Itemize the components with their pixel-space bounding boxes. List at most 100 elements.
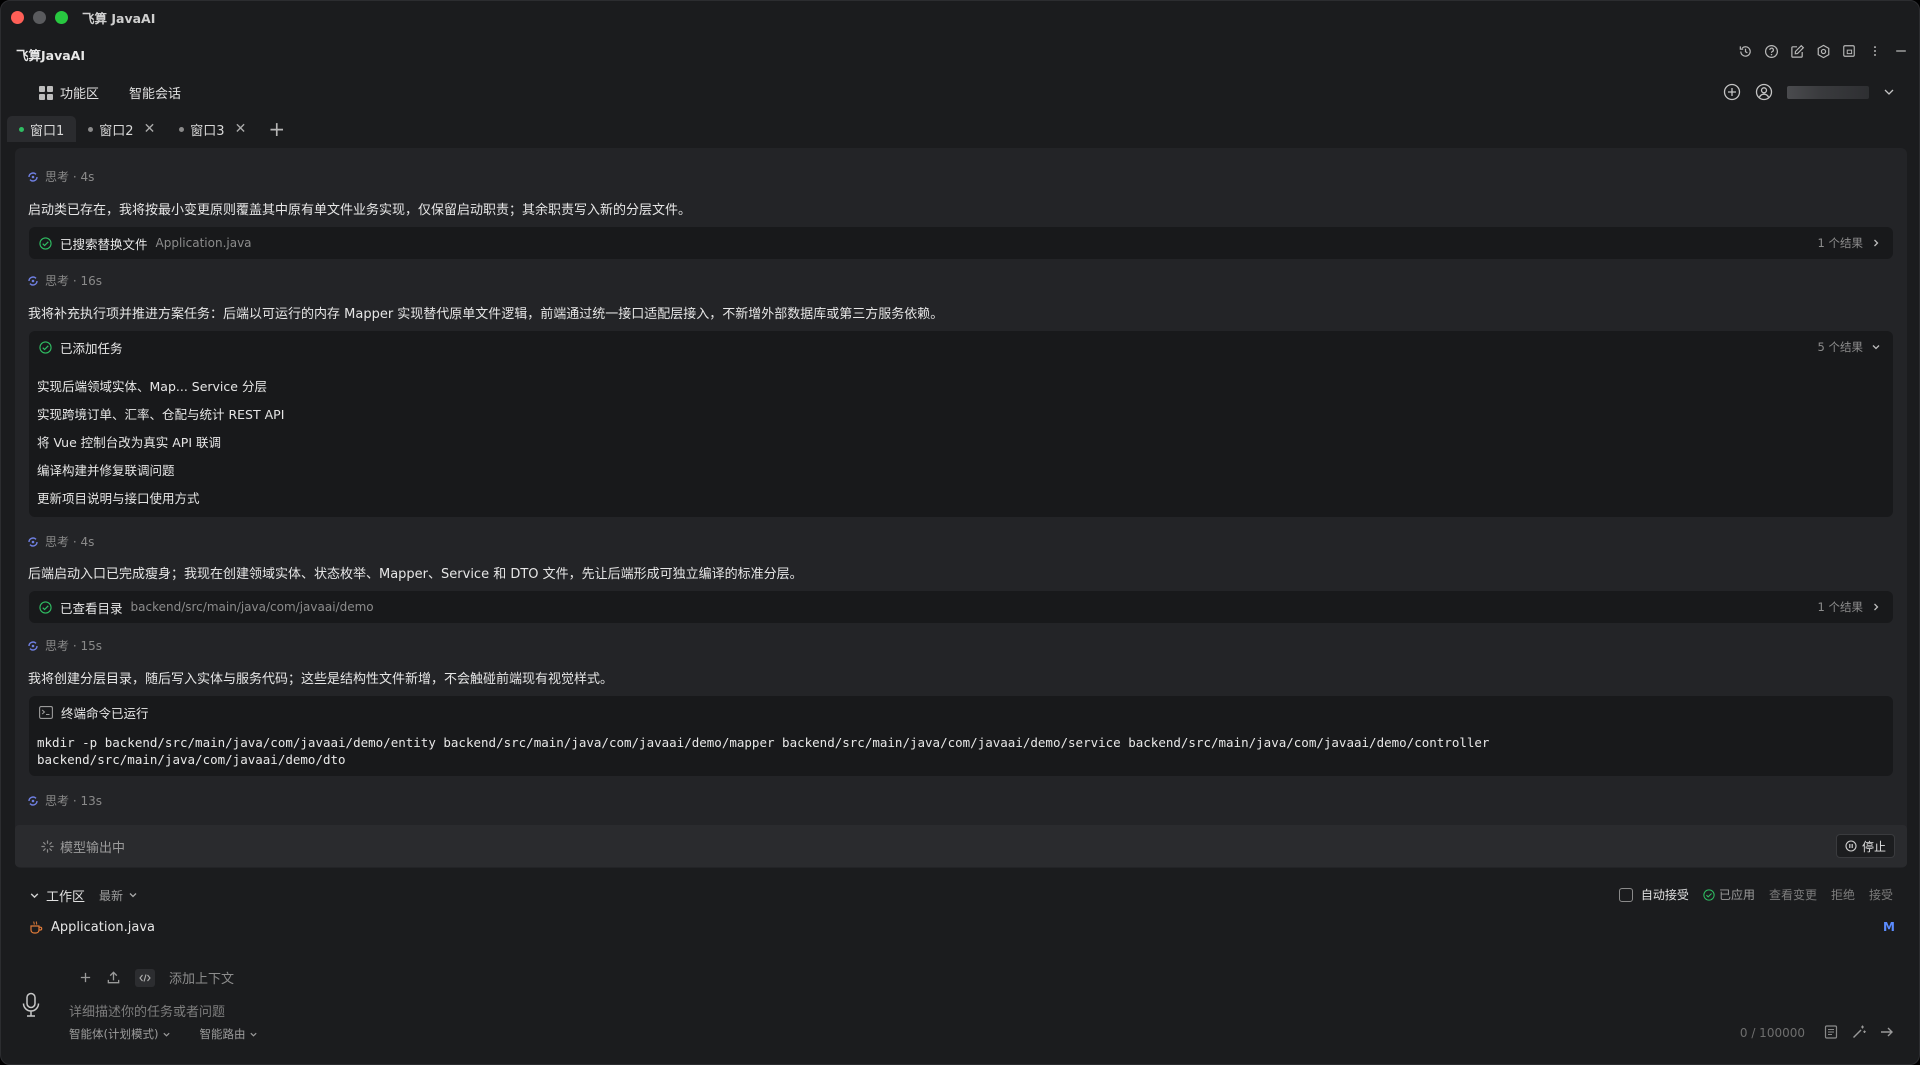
task-list: 实现后端领域实体、Map... Service 分层 实现跨境订单、汇率、仓配与…	[29, 363, 1893, 513]
tool-card-search-replace[interactable]: 已搜索替换文件 Application.java 1 个结果	[29, 227, 1893, 259]
add-circle-icon[interactable]	[1723, 83, 1741, 101]
panel-icon[interactable]	[1841, 43, 1857, 59]
status-label: 模型输出中	[60, 840, 126, 856]
chevron-down-icon[interactable]	[1871, 342, 1881, 352]
view-changes-button[interactable]: 查看变更	[1769, 886, 1817, 903]
input-actions	[1823, 1024, 1895, 1040]
command-line: backend/src/main/java/com/javaai/demo/dt…	[37, 752, 346, 767]
stop-label: 停止	[1861, 839, 1886, 854]
send-arrow-icon[interactable]	[1879, 1024, 1895, 1040]
tab-status-dot	[88, 126, 94, 132]
chevron-down-icon	[250, 1032, 258, 1037]
workspace-title[interactable]: 工作区	[46, 886, 85, 905]
tool-card-add-tasks[interactable]: 已添加任务 5 个结果 实现后端领域实体、Map... Service 分层 实…	[29, 331, 1893, 517]
close-tab-icon[interactable]: ✕	[235, 121, 247, 137]
code-context-icon[interactable]	[135, 968, 155, 987]
chevron-down-icon	[163, 1032, 171, 1037]
think-indicator[interactable]: 思考 · 13s	[27, 792, 102, 809]
agent-mode-select[interactable]: 智能体(计划模式)	[69, 1026, 171, 1042]
tool-card-terminal[interactable]: 终端命令已运行 mkdir -p backend/src/main/java/c…	[29, 696, 1893, 776]
magic-wand-icon[interactable]	[1851, 1024, 1867, 1040]
accept-button[interactable]: 接受	[1869, 886, 1893, 903]
chevron-right-icon[interactable]	[1871, 602, 1881, 612]
task-item: 编译构建并修复联调问题	[37, 463, 175, 478]
close-window-button[interactable]	[11, 10, 24, 24]
terminal-icon	[39, 705, 53, 719]
workspace-filter-dropdown[interactable]: 最新	[99, 887, 138, 904]
chat-panel[interactable]: 思考 · 4s 启动类已存在，我将按最小变更原则覆盖其中原有单文件业务实现，仅保…	[15, 148, 1907, 868]
more-vertical-icon[interactable]	[1867, 43, 1883, 59]
add-context-button[interactable]: 添加上下文	[169, 968, 234, 987]
assistant-message: 我将创建分层目录，随后写入实体与服务代码；这些是结构性文件新增，不会触碰前端现有…	[28, 672, 614, 687]
auto-accept-toggle[interactable]: 自动接受	[1618, 886, 1689, 903]
history-icon[interactable]	[1737, 43, 1753, 59]
chevron-right-icon[interactable]	[1871, 238, 1881, 248]
think-icon	[27, 640, 39, 652]
think-icon	[27, 275, 39, 287]
window-title: 飞算 JavaAI	[82, 10, 156, 26]
agent-mode-label: 智能体(计划模式)	[69, 1027, 159, 1041]
document-icon[interactable]	[1823, 1024, 1839, 1040]
result-count: 1 个结果	[1817, 600, 1863, 614]
assistant-message: 我将补充执行项并推进方案任务：后端以可运行的内存 Mapper 实现替代原单文件…	[28, 307, 944, 322]
title-bar: 飞算 JavaAI	[1, 1, 1919, 33]
assistant-message: 后端启动入口已完成瘦身；我现在创建领域实体、状态枚举、Mapper、Servic…	[28, 567, 803, 582]
tab-label: 窗口3	[190, 123, 225, 139]
stop-icon	[1845, 840, 1857, 852]
grid-icon	[39, 85, 53, 100]
add-icon[interactable]	[79, 971, 92, 984]
upload-icon[interactable]	[106, 970, 121, 985]
close-tab-icon[interactable]: ✕	[144, 121, 156, 137]
think-icon	[27, 795, 39, 807]
chat-input[interactable]: 详细描述你的任务或者问题	[69, 1001, 225, 1020]
card-title: 已添加任务	[60, 340, 123, 356]
nav-label: 功能区	[60, 87, 100, 102]
check-circle-icon	[39, 236, 52, 250]
think-icon	[27, 536, 39, 548]
chevron-down-icon	[129, 893, 137, 898]
auto-accept-checkbox[interactable]	[1618, 887, 1633, 902]
file-name: Application.java	[51, 919, 156, 935]
card-title: 已搜索替换文件	[60, 236, 148, 252]
think-indicator[interactable]: 思考 · 15s	[27, 637, 102, 654]
result-count: 1 个结果	[1817, 236, 1863, 250]
tab-window-2[interactable]: 窗口2 ✕	[76, 116, 167, 142]
check-circle-icon	[39, 340, 52, 354]
workspace-actions: 自动接受 已应用 查看变更 拒绝 接受	[1618, 886, 1893, 903]
think-indicator[interactable]: 思考 · 4s	[27, 168, 94, 185]
nav-smart-chat[interactable]: 智能会话	[129, 83, 181, 102]
microphone-icon[interactable]	[21, 992, 41, 1018]
think-label: 思考 · 4s	[45, 170, 95, 184]
header-toolbar	[1737, 43, 1909, 59]
user-icon[interactable]	[1755, 83, 1773, 101]
check-circle-icon	[39, 600, 52, 614]
add-tab-icon[interactable]: +	[268, 117, 285, 141]
think-indicator[interactable]: 思考 · 4s	[27, 533, 94, 550]
app-window: 飞算 JavaAI 飞算JavaAI 功能区 智能会话 窗口1 窗口2 ✕ 窗口…	[0, 0, 1920, 1065]
tab-window-1[interactable]: 窗口1	[7, 116, 77, 142]
help-icon[interactable]	[1763, 43, 1779, 59]
edit-icon[interactable]	[1789, 43, 1805, 59]
tab-window-3[interactable]: 窗口3 ✕	[167, 116, 258, 142]
tool-card-view-directory[interactable]: 已查看目录 backend/src/main/java/com/javaai/d…	[29, 591, 1893, 623]
character-counter: 0 / 100000	[1739, 1026, 1805, 1040]
terminal-command: mkdir -p backend/src/main/java/com/javaa…	[29, 728, 1893, 768]
workspace-file-row[interactable]: Application.java M	[29, 918, 1895, 936]
nav-function-area[interactable]: 功能区	[39, 83, 99, 102]
input-tools: 添加上下文	[79, 968, 234, 987]
tab-label: 窗口1	[30, 123, 65, 139]
java-file-icon	[29, 920, 43, 934]
stop-button[interactable]: 停止	[1835, 834, 1895, 858]
think-indicator[interactable]: 思考 · 16s	[27, 272, 102, 289]
maximize-window-button[interactable]	[55, 10, 68, 24]
think-label: 思考 · 13s	[45, 794, 102, 808]
think-label: 思考 · 4s	[45, 535, 95, 549]
chevron-down-icon[interactable]	[1883, 86, 1895, 98]
card-title: 已查看目录	[60, 600, 123, 616]
reject-button[interactable]: 拒绝	[1831, 886, 1855, 903]
settings-icon[interactable]	[1815, 43, 1831, 59]
routing-select[interactable]: 智能路由	[199, 1026, 258, 1042]
minimize-icon[interactable]	[1893, 43, 1909, 59]
collapse-chevron-icon[interactable]	[29, 890, 40, 901]
minimize-window-button[interactable]	[33, 10, 46, 24]
